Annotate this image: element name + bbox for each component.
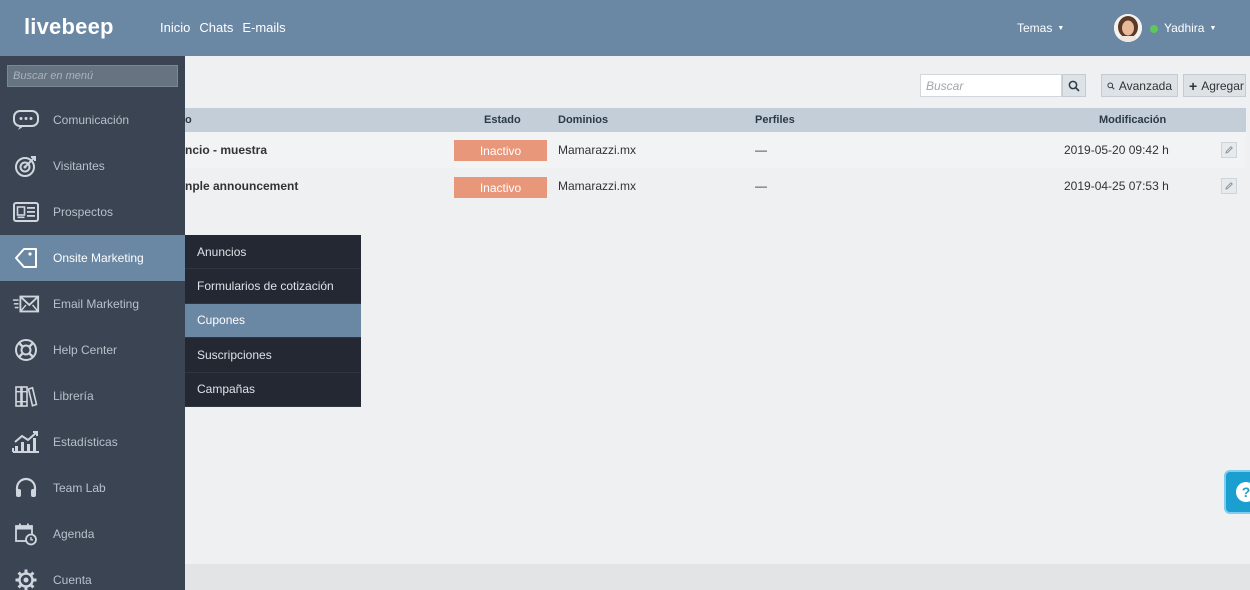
sidebar-item-estadisticas[interactable]: Estadísticas	[0, 419, 185, 465]
online-status-indicator	[1150, 25, 1158, 33]
footer-bar	[185, 564, 1250, 590]
submenu-item-cupones[interactable]: Cupones	[185, 303, 361, 339]
row-profiles: —	[755, 179, 767, 193]
submenu-item-campanas[interactable]: Campañas	[185, 373, 361, 407]
table-row[interactable]: nple announcement Inactivo Mamarazzi.mx …	[185, 168, 1246, 204]
sidebar-item-visitantes[interactable]: Visitantes	[0, 143, 185, 189]
status-badge: Inactivo	[454, 140, 547, 161]
sidebar-item-comunicacion[interactable]: Comunicación	[0, 97, 185, 143]
column-header-modified[interactable]: Modificación	[1099, 114, 1166, 126]
sidebar-item-cuenta[interactable]: Cuenta	[0, 557, 185, 590]
add-button[interactable]: + Agregar	[1183, 74, 1246, 97]
sidebar-search-input[interactable]	[7, 65, 178, 87]
sidebar-item-agenda[interactable]: Agenda	[0, 511, 185, 557]
lifebuoy-icon	[12, 338, 40, 362]
row-name[interactable]: nple announcement	[185, 179, 298, 193]
row-modified: 2019-05-20 09:42 h	[1064, 143, 1169, 157]
row-profiles: —	[755, 143, 767, 157]
sidebar-item-label: Librería	[53, 389, 94, 403]
sidebar-item-label: Visitantes	[53, 159, 105, 173]
pencil-icon	[1225, 146, 1233, 154]
sidebar-item-label: Email Marketing	[53, 297, 140, 311]
headset-icon	[12, 476, 40, 500]
sidebar-item-label: Agenda	[53, 527, 95, 541]
sidebar-item-help-center[interactable]: Help Center	[0, 327, 185, 373]
sidebar-item-label: Onsite Marketing	[53, 251, 144, 265]
column-header-profiles[interactable]: Perfiles	[755, 114, 795, 126]
gear-icon	[12, 568, 40, 590]
submenu-item-formularios[interactable]: Formularios de cotización	[185, 269, 361, 304]
app-logo[interactable]: livebeep	[24, 14, 114, 40]
sidebar-item-label: Help Center	[53, 343, 118, 357]
nav-emails[interactable]: E-mails	[242, 20, 285, 35]
id-card-icon	[12, 200, 40, 224]
top-bar: livebeep Inicio Chats E-mails Temas ▼ Yad…	[0, 0, 1250, 56]
themes-label: Temas	[1017, 21, 1053, 35]
chat-bubble-icon	[12, 108, 40, 132]
submenu-item-suscripciones[interactable]: Suscripciones	[185, 338, 361, 373]
target-icon	[12, 154, 40, 178]
column-header-domains[interactable]: Dominios	[558, 114, 608, 126]
caret-down-icon: ▼	[1209, 25, 1217, 33]
table-header: o Estado Dominios Perfiles Modificación	[185, 108, 1246, 132]
search-icon	[1107, 82, 1115, 90]
calendar-icon	[12, 522, 40, 546]
sidebar-item-label: Team Lab	[53, 481, 106, 495]
sidebar-item-libreria[interactable]: Librería	[0, 373, 185, 419]
chart-icon	[12, 430, 40, 454]
advanced-search-button[interactable]: Avanzada	[1101, 74, 1178, 97]
column-header-status[interactable]: Estado	[484, 114, 521, 126]
submenu-item-anuncios[interactable]: Anuncios	[185, 235, 361, 270]
edit-button[interactable]	[1221, 178, 1237, 194]
search-button[interactable]	[1062, 74, 1086, 97]
sidebar-item-label: Comunicación	[53, 113, 130, 127]
row-name[interactable]: ncio - muestra	[185, 143, 267, 157]
sidebar-item-label: Cuenta	[53, 573, 92, 587]
plus-icon: +	[1189, 77, 1198, 94]
advanced-search-label: Avanzada	[1118, 78, 1172, 93]
column-header-name[interactable]: o	[185, 114, 192, 126]
table-row[interactable]: ncio - muestra Inactivo Mamarazzi.mx — 2…	[185, 132, 1246, 168]
sidebar-item-onsite-marketing[interactable]: Onsite Marketing	[0, 235, 185, 281]
user-name: Yadhira	[1164, 21, 1205, 35]
user-menu[interactable]: Yadhira ▼	[1164, 21, 1216, 35]
pencil-icon	[1225, 182, 1233, 190]
onsite-marketing-submenu: Anuncios Formularios de cotización Cupon…	[185, 235, 361, 407]
avatar[interactable]	[1114, 14, 1142, 42]
help-button[interactable]: ?	[1224, 470, 1250, 514]
nav-chats[interactable]: Chats	[199, 20, 233, 35]
books-icon	[12, 384, 40, 408]
sidebar-item-email-marketing[interactable]: Email Marketing	[0, 281, 185, 327]
status-badge: Inactivo	[454, 177, 547, 198]
search-icon	[1068, 80, 1080, 92]
top-nav: Inicio Chats E-mails	[160, 20, 286, 35]
sidebar-item-prospectos[interactable]: Prospectos	[0, 189, 185, 235]
sidebar-item-label: Prospectos	[53, 205, 114, 219]
sidebar-item-team-lab[interactable]: Team Lab	[0, 465, 185, 511]
sidebar: Comunicación Visitantes Prospectos Onsit…	[0, 56, 185, 590]
caret-down-icon: ▼	[1057, 25, 1065, 33]
add-label: Agregar	[1201, 78, 1244, 93]
row-modified: 2019-04-25 07:53 h	[1064, 179, 1169, 193]
themes-dropdown[interactable]: Temas ▼	[1017, 21, 1064, 35]
row-domain: Mamarazzi.mx	[558, 143, 637, 157]
question-icon: ?	[1236, 482, 1250, 502]
sidebar-item-label: Estadísticas	[53, 435, 118, 449]
nav-inicio[interactable]: Inicio	[160, 20, 190, 35]
envelope-icon	[12, 292, 40, 316]
tag-icon	[12, 246, 40, 270]
row-domain: Mamarazzi.mx	[558, 179, 637, 193]
edit-button[interactable]	[1221, 142, 1237, 158]
search-input[interactable]	[920, 74, 1062, 97]
